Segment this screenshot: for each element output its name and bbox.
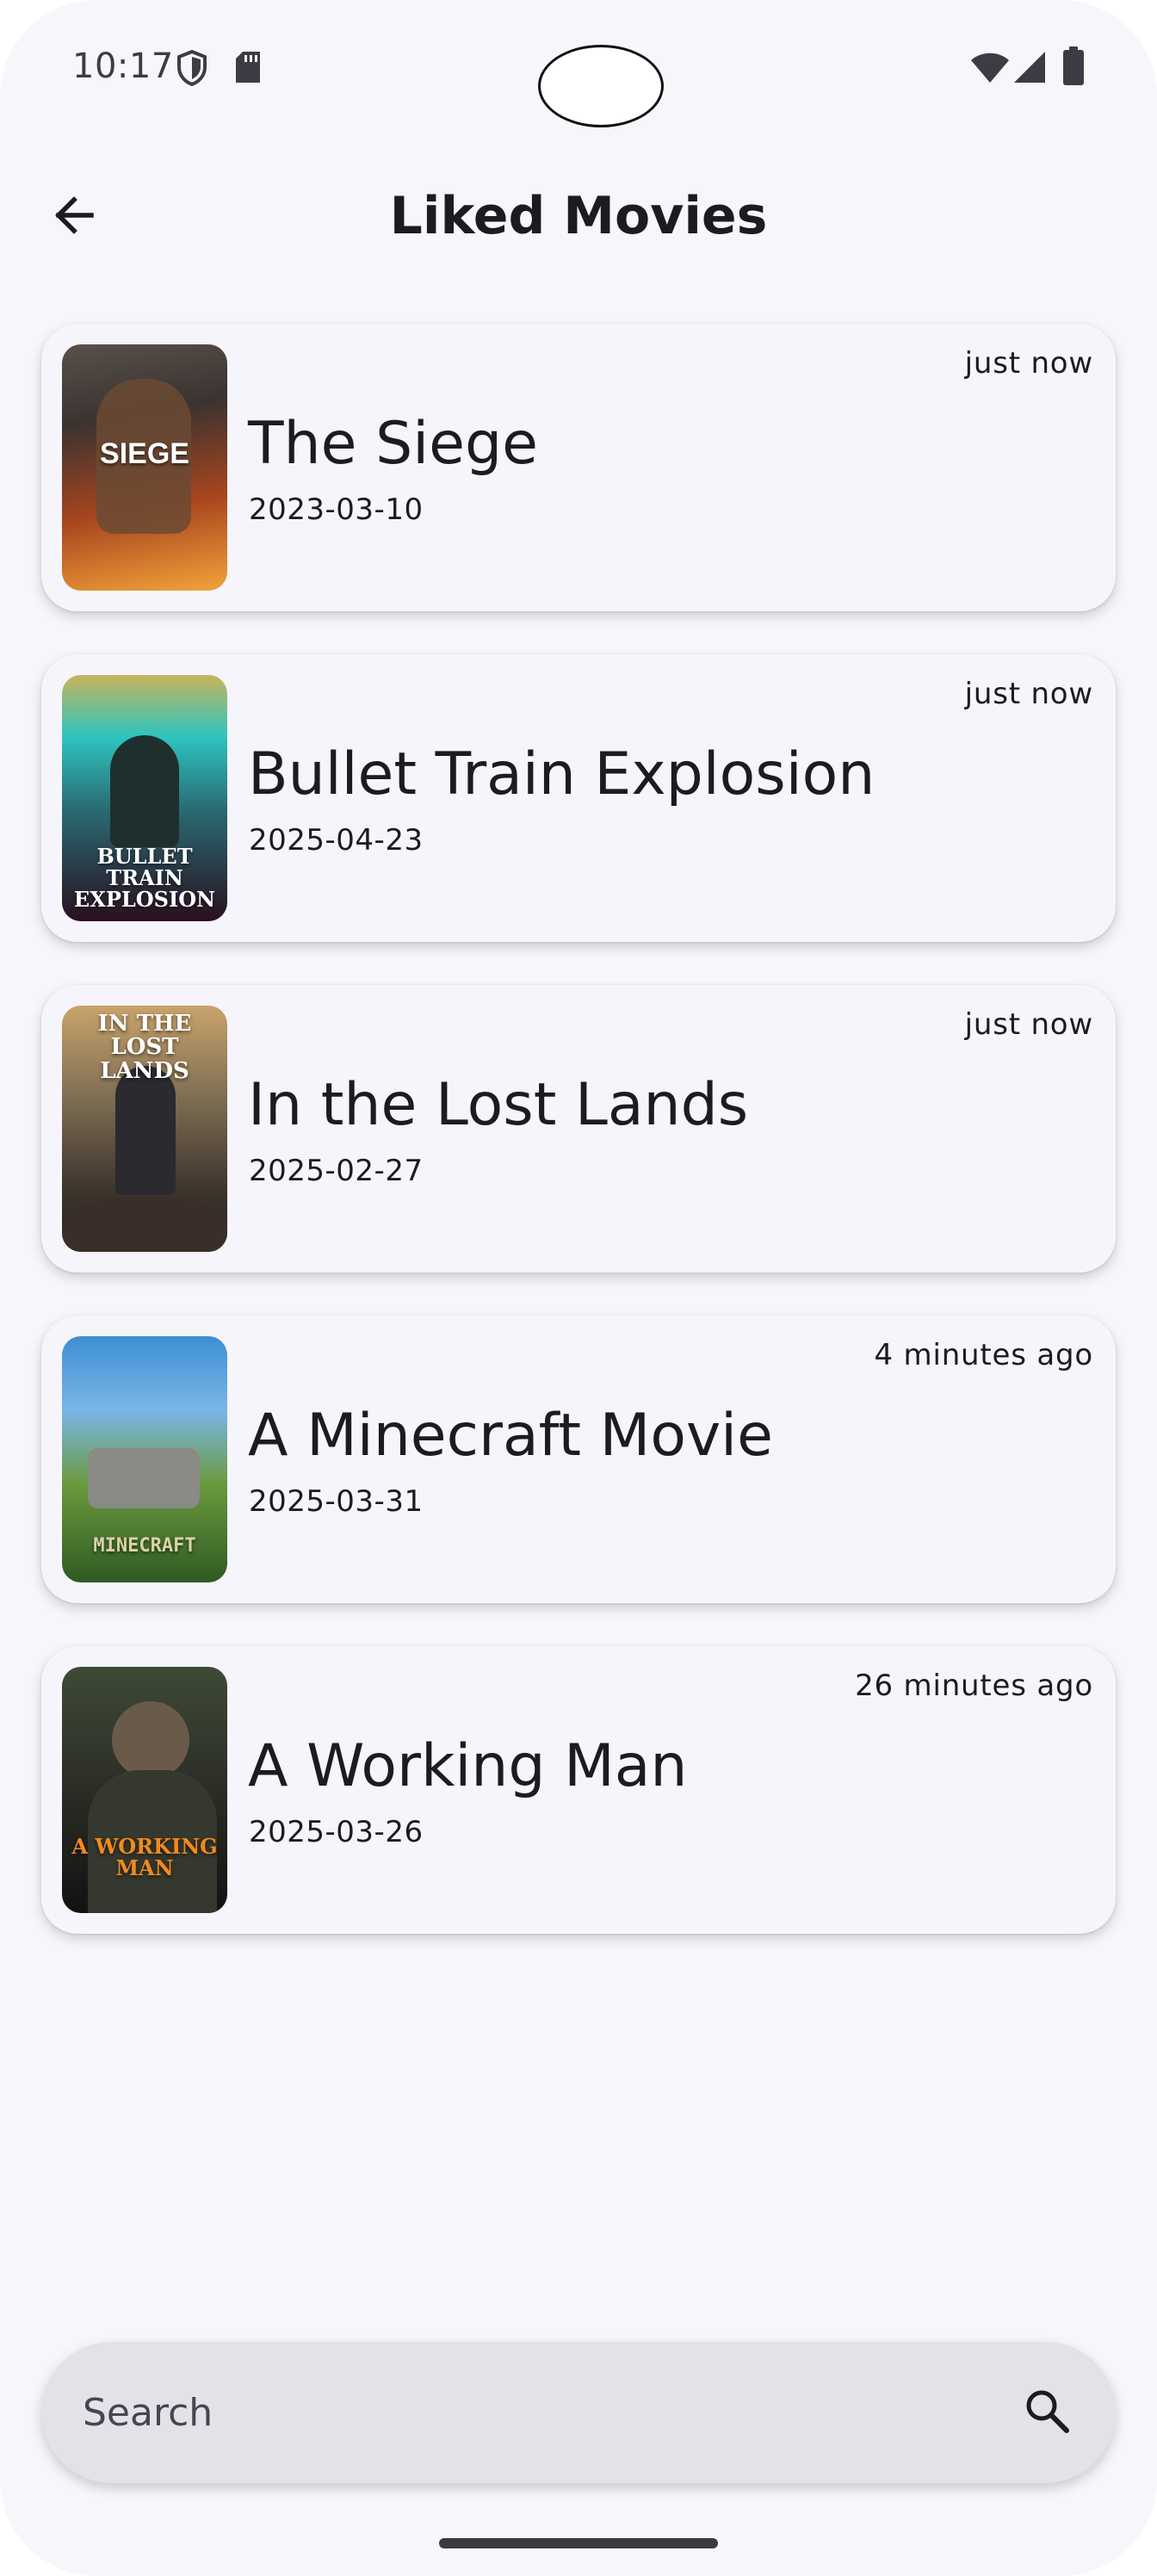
movie-title: The Siege xyxy=(248,410,538,478)
poster-title-text: MINECRAFT xyxy=(93,1535,196,1557)
front-camera xyxy=(538,45,664,127)
phone-screen: 10:17 Liked Movies SIEGE The Siege 2023-… xyxy=(0,0,1157,2576)
poster-title-text: IN THE LOST LANDS xyxy=(97,1011,192,1084)
home-indicator[interactable] xyxy=(439,2538,718,2548)
search-input[interactable] xyxy=(83,2376,995,2449)
movie-card[interactable]: BULLET TRAIN EXPLOSION Bullet Train Expl… xyxy=(41,654,1116,942)
poster-title-text: BULLET TRAIN EXPLOSION xyxy=(73,844,216,913)
liked-movies-list: SIEGE The Siege 2023-03-10 just now BULL… xyxy=(41,324,1116,1977)
movie-card[interactable]: A WORKING MAN A Working Man 2025-03-26 2… xyxy=(41,1646,1116,1934)
movie-release-date: 2023-03-10 xyxy=(249,492,424,527)
liked-time: just now xyxy=(964,346,1093,381)
movie-release-date: 2025-03-31 xyxy=(249,1484,424,1519)
search-button[interactable] xyxy=(1012,2378,1081,2447)
movie-poster: SIEGE xyxy=(62,344,227,591)
movie-release-date: 2025-02-27 xyxy=(249,1154,424,1188)
movie-card[interactable]: IN THE LOST LANDS In the Lost Lands 2025… xyxy=(41,985,1116,1273)
sd-card-icon xyxy=(234,52,262,88)
search-bar xyxy=(41,2342,1116,2483)
app-bar: Liked Movies xyxy=(0,155,1157,284)
poster-title-text: A WORKING MAN xyxy=(71,1834,218,1881)
search-icon xyxy=(1021,2385,1073,2440)
battery-icon xyxy=(1062,46,1085,90)
liked-time: just now xyxy=(964,1007,1093,1042)
movie-release-date: 2025-03-26 xyxy=(249,1815,424,1849)
liked-time: just now xyxy=(964,677,1093,711)
poster-title-text: SIEGE xyxy=(100,437,189,470)
movie-title: A Minecraft Movie xyxy=(248,1402,773,1470)
shield-icon xyxy=(176,49,207,90)
movie-card[interactable]: SIEGE The Siege 2023-03-10 just now xyxy=(41,324,1116,611)
movie-poster: A WORKING MAN xyxy=(62,1667,227,1913)
liked-time: 26 minutes ago xyxy=(855,1669,1093,1703)
movie-release-date: 2025-04-23 xyxy=(249,823,424,858)
wifi-icon xyxy=(969,50,1011,88)
movie-title: Bullet Train Explosion xyxy=(248,740,875,808)
page-title: Liked Movies xyxy=(389,186,768,246)
movie-poster: BULLET TRAIN EXPLOSION xyxy=(62,675,227,921)
movie-poster: MINECRAFT xyxy=(62,1336,227,1582)
movie-card[interactable]: MINECRAFT A Minecraft Movie 2025-03-31 4… xyxy=(41,1316,1116,1603)
movie-title: In the Lost Lands xyxy=(248,1071,749,1139)
status-bar: 10:17 xyxy=(0,0,1157,138)
movie-poster: IN THE LOST LANDS xyxy=(62,1006,227,1252)
status-time: 10:17 xyxy=(72,46,174,86)
liked-time: 4 minutes ago xyxy=(874,1338,1093,1372)
movie-title: A Working Man xyxy=(248,1732,688,1800)
cellular-icon xyxy=(1012,50,1047,88)
